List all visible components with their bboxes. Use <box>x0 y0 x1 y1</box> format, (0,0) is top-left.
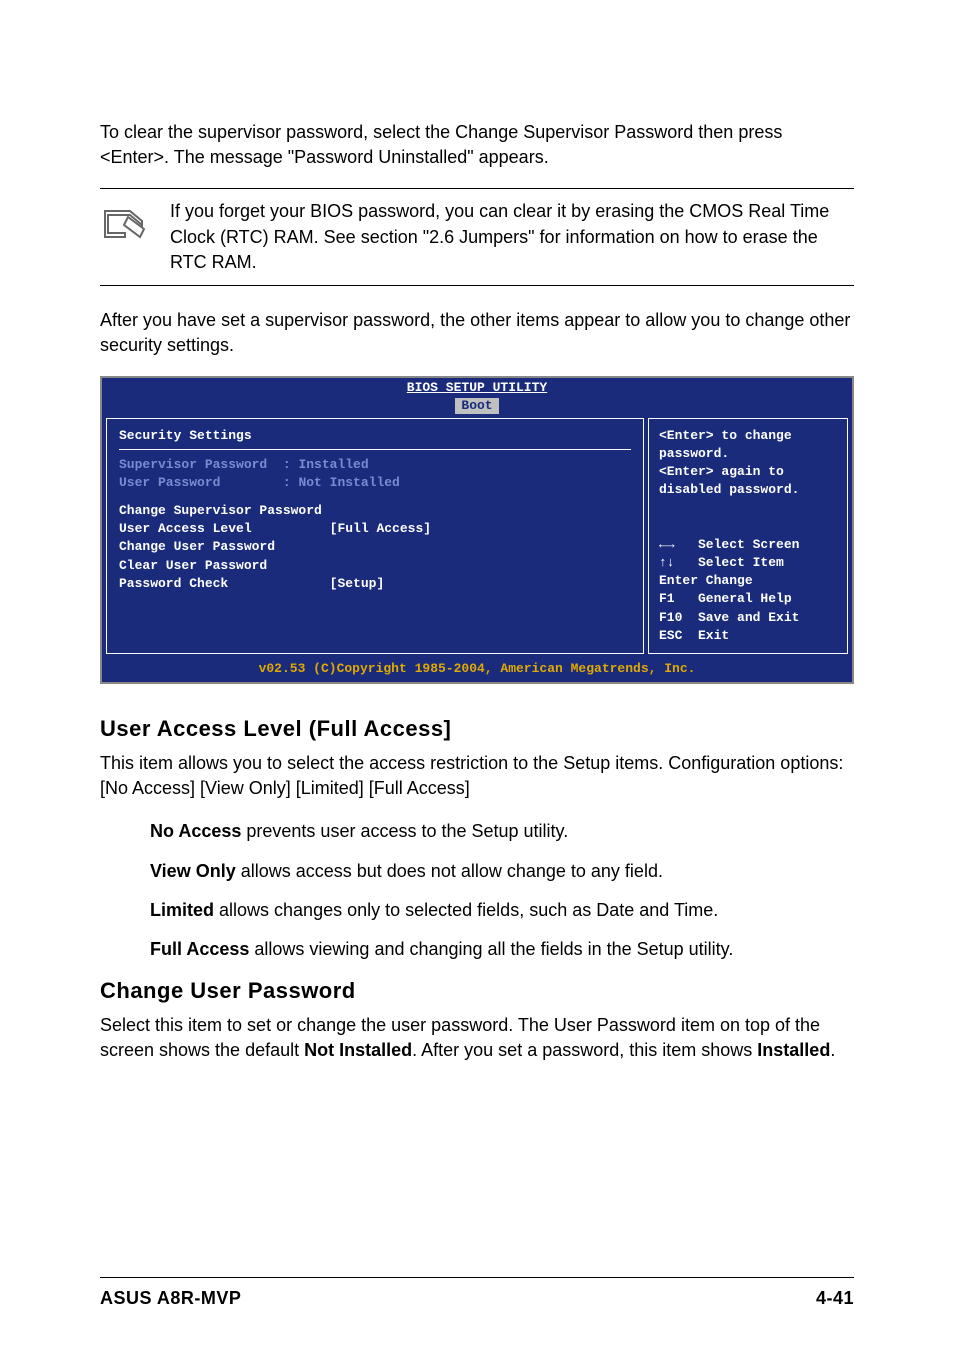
bios-item-password-check: Password Check [Setup] <box>119 575 631 593</box>
bios-supervisor-status: Supervisor Password : Installed <box>119 456 631 474</box>
bios-active-tab: Boot <box>455 398 498 414</box>
option-desc: allows access but does not allow change … <box>236 861 663 881</box>
note-text: If you forget your BIOS password, you ca… <box>170 199 854 275</box>
footer-page-number: 4-41 <box>816 1286 854 1311</box>
bios-item-user-access-level: User Access Level [Full Access] <box>119 520 631 538</box>
bios-item-clear-user: Clear User Password <box>119 557 631 575</box>
cup-description: Select this item to set or change the us… <box>100 1013 854 1063</box>
bios-right-panel: <Enter> to change password. <Enter> agai… <box>648 418 848 655</box>
option-name: View Only <box>150 861 236 881</box>
option-full-access: Full Access allows viewing and changing … <box>150 937 854 962</box>
intro-paragraph-2: After you have set a supervisor password… <box>100 308 854 358</box>
bios-left-panel: Security Settings Supervisor Password : … <box>106 418 644 655</box>
bios-screenshot: BIOS SETUP UTILITY Boot Security Setting… <box>100 376 854 684</box>
heading-change-user-password: Change User Password <box>100 976 854 1007</box>
bios-nav-help: ←→ Select Screen ↑↓ Select Item Enter Ch… <box>659 536 837 645</box>
option-limited: Limited allows changes only to selected … <box>150 898 854 923</box>
option-desc: prevents user access to the Setup utilit… <box>241 821 568 841</box>
bios-copyright: v02.53 (C)Copyright 1985-2004, American … <box>102 658 852 682</box>
heading-user-access-level: User Access Level (Full Access] <box>100 714 854 745</box>
note-box: If you forget your BIOS password, you ca… <box>100 188 854 286</box>
intro-paragraph-1: To clear the supervisor password, select… <box>100 120 854 170</box>
option-name: No Access <box>150 821 241 841</box>
footer-product: ASUS A8R-MVP <box>100 1286 241 1311</box>
ual-description: This item allows you to select the acces… <box>100 751 854 801</box>
bios-title-text: BIOS SETUP UTILITY <box>407 380 547 395</box>
option-desc: allows changes only to selected fields, … <box>214 900 718 920</box>
bios-item-change-user: Change User Password <box>119 538 631 556</box>
bios-user-status: User Password : Not Installed <box>119 474 631 492</box>
page-footer: ASUS A8R-MVP 4-41 <box>100 1277 854 1311</box>
note-icon <box>100 199 150 250</box>
option-view-only: View Only allows access but does not all… <box>150 859 854 884</box>
bios-section-heading: Security Settings <box>119 427 631 450</box>
option-name: Full Access <box>150 939 249 959</box>
option-name: Limited <box>150 900 214 920</box>
bios-help-text: <Enter> to change password. <Enter> agai… <box>659 427 837 500</box>
option-desc: allows viewing and changing all the fiel… <box>249 939 733 959</box>
bios-item-change-supervisor: Change Supervisor Password <box>119 502 631 520</box>
bios-title-bar: BIOS SETUP UTILITY Boot <box>102 378 852 413</box>
option-no-access: No Access prevents user access to the Se… <box>150 819 854 844</box>
